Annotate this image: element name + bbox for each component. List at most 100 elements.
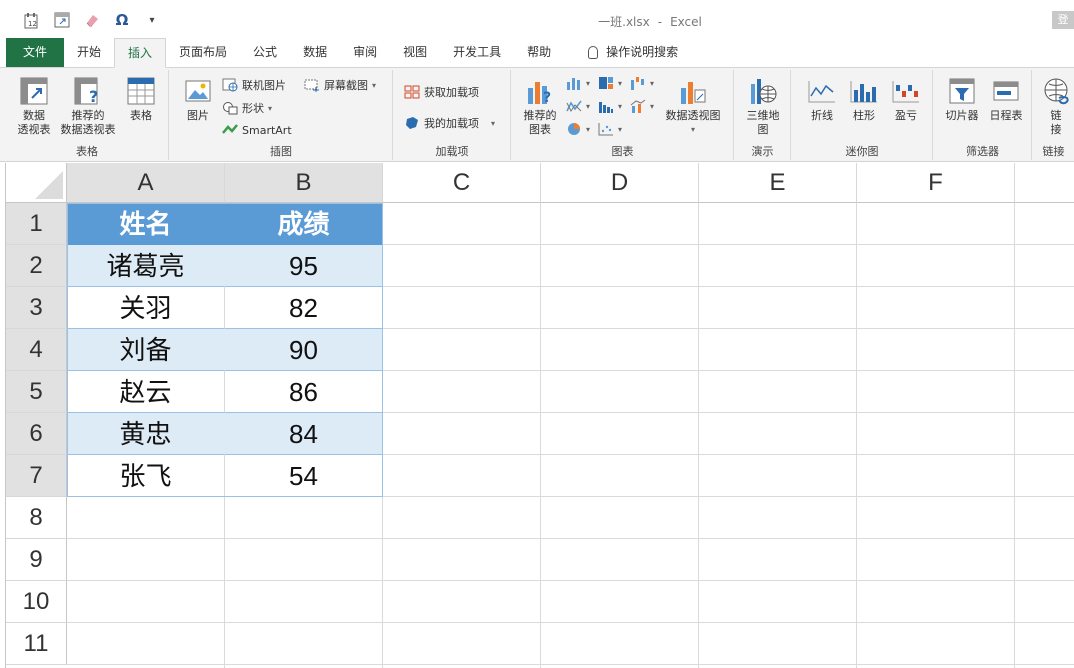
screenshot-button[interactable]: 屏幕截图 ▾ [304, 77, 376, 93]
waterfall-chart-button[interactable]: ▾ [630, 76, 654, 90]
column-header-a[interactable]: A [67, 163, 225, 203]
row-header-10[interactable]: 10 [6, 581, 67, 623]
line-chart-caret: ▾ [586, 101, 591, 111]
cell-a3[interactable]: 关羽 [67, 287, 225, 329]
column-header-d[interactable]: D [541, 163, 699, 203]
tab-home[interactable]: 开始 [64, 38, 114, 67]
shapes-label: 形状 [242, 102, 264, 115]
row-header-4[interactable]: 4 [6, 329, 67, 371]
3d-map-label-2: 图 [757, 123, 769, 136]
cell-a2[interactable]: 诸葛亮 [67, 245, 225, 287]
cell-a7[interactable]: 张飞 [67, 455, 225, 497]
3d-map-button[interactable]: 三维地 图 [739, 76, 787, 137]
window-title: 一班.xlsx - Excel [0, 13, 1074, 30]
cell-b4[interactable]: 90 [225, 329, 383, 371]
tab-help[interactable]: 帮助 [514, 38, 564, 67]
tab-file[interactable]: 文件 [6, 38, 64, 67]
shapes-button[interactable]: 形状 ▾ [222, 100, 272, 116]
group-addins: 获取加载项 我的加载项 ▾ 加载项 [394, 70, 511, 160]
online-pictures-button[interactable]: 联机图片 [222, 77, 286, 93]
column-header-g[interactable] [1015, 163, 1074, 203]
sign-in-button[interactable]: 登 [1052, 11, 1074, 29]
pictures-button[interactable]: 图片 [176, 76, 220, 123]
row-header-7[interactable]: 7 [6, 455, 67, 497]
smartart-button[interactable]: SmartArt [222, 123, 292, 137]
timeline-icon [991, 76, 1021, 106]
cell-b6[interactable]: 84 [225, 413, 383, 455]
timeline-button[interactable]: 日程表 [984, 76, 1028, 123]
pie-chart-button[interactable]: ▾ [566, 122, 590, 136]
recommended-pivottables-button[interactable]: ? 推荐的 数据透视表 [56, 76, 120, 137]
slicer-button[interactable]: 切片器 [940, 76, 984, 123]
get-addins-button[interactable]: 获取加载项 [404, 84, 479, 100]
pivotchart-button[interactable]: 数据透视图 ▾ [660, 76, 726, 137]
tab-page-layout[interactable]: 页面布局 [166, 38, 240, 67]
row-header-8[interactable]: 8 [6, 497, 67, 539]
group-tables-label: 表格 [76, 145, 98, 158]
sparkline-winloss-button[interactable]: 盈亏 [886, 76, 926, 123]
timeline-label: 日程表 [989, 109, 1023, 122]
cell-a5[interactable]: 赵云 [67, 371, 225, 413]
sparkline-column-button[interactable]: 柱形 [844, 76, 884, 123]
cell-a6[interactable]: 黄忠 [67, 413, 225, 455]
group-charts-label: 图表 [611, 145, 634, 158]
rec-pivot-label-2: 数据透视表 [60, 123, 116, 136]
pivottable-button[interactable]: 数据 透视表 [10, 76, 58, 137]
cell-b5[interactable]: 86 [225, 371, 383, 413]
row-header-11[interactable]: 11 [6, 623, 67, 665]
sparkline-line-button[interactable]: 折线 [802, 76, 842, 123]
link-label-2: 接 [1050, 123, 1062, 136]
row-header-9[interactable]: 9 [6, 539, 67, 581]
select-all-button[interactable] [6, 163, 67, 203]
cell-b7[interactable]: 54 [225, 455, 383, 497]
column-header-c[interactable]: C [383, 163, 541, 203]
tab-insert[interactable]: 插入 [114, 38, 167, 68]
row-header-3[interactable]: 3 [6, 287, 67, 329]
line-chart-button[interactable]: ▾ [566, 99, 590, 113]
scatter-chart-icon [598, 122, 614, 136]
my-addins-button[interactable]: 我的加载项 ▾ [404, 115, 495, 131]
sparkline-winloss-icon [891, 76, 921, 106]
slicer-icon [947, 76, 977, 106]
tell-me-search[interactable]: 操作说明搜索 [564, 38, 691, 67]
get-addins-label: 获取加载项 [424, 86, 479, 99]
link-label-1: 链 [1050, 109, 1062, 122]
cell-b1[interactable]: 成绩 [225, 203, 383, 245]
column-header-b[interactable]: B [225, 163, 383, 203]
cell-a1[interactable]: 姓名 [67, 203, 225, 245]
table-button[interactable]: 表格 [121, 76, 161, 123]
cell-b3[interactable]: 82 [225, 287, 383, 329]
hierarchy-chart-button[interactable]: ▾ [598, 76, 622, 90]
cell-b2[interactable]: 95 [225, 245, 383, 287]
statistic-chart-button[interactable]: ▾ [598, 99, 622, 113]
pivottable-label-1: 数据 [23, 109, 45, 122]
column-header-e[interactable]: E [699, 163, 857, 203]
recommended-charts-icon: ? [525, 76, 555, 106]
table-label: 表格 [130, 109, 152, 122]
tab-developer[interactable]: 开发工具 [440, 38, 514, 67]
tab-review[interactable]: 审阅 [340, 38, 390, 67]
column-chart-button[interactable]: ▾ [566, 76, 590, 90]
3d-map-label-1: 三维地 [746, 109, 780, 122]
tab-view[interactable]: 视图 [390, 38, 440, 67]
recommended-charts-button[interactable]: ? 推荐的 图表 [520, 76, 560, 137]
scatter-chart-button[interactable]: ▾ [598, 122, 622, 136]
row-header-1[interactable]: 1 [6, 203, 67, 245]
row-header-5[interactable]: 5 [6, 371, 67, 413]
cell-a4[interactable]: 刘备 [67, 329, 225, 371]
group-links: 链 接 链接 [1033, 70, 1074, 160]
tab-data[interactable]: 数据 [290, 38, 340, 67]
tell-me-label: 操作说明搜索 [606, 45, 679, 59]
svg-text:?: ? [543, 90, 551, 106]
link-button[interactable]: 链 接 [1039, 76, 1073, 137]
ribbon: 数据 透视表 ? 推荐的 数据透视表 表格 表格 图片 联机图片 形状 ▾ Sm… [0, 68, 1074, 162]
row-header-6[interactable]: 6 [6, 413, 67, 455]
rec-pivot-label-1: 推荐的 [71, 109, 105, 122]
row-header-2[interactable]: 2 [6, 245, 67, 287]
tab-formulas[interactable]: 公式 [240, 38, 290, 67]
rec-charts-label-2: 图表 [529, 123, 551, 136]
combo-chart-button[interactable]: ▾ [630, 99, 654, 113]
group-addins-label: 加载项 [435, 145, 469, 158]
title-separator: - [657, 15, 663, 29]
column-header-f[interactable]: F [857, 163, 1015, 203]
